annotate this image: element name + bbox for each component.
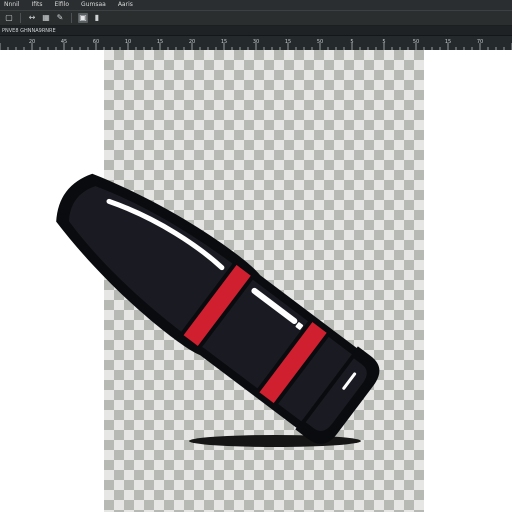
bullet-shadow: [189, 435, 361, 447]
artwork-svg[interactable]: [0, 0, 512, 512]
bullet[interactable]: [35, 150, 387, 452]
